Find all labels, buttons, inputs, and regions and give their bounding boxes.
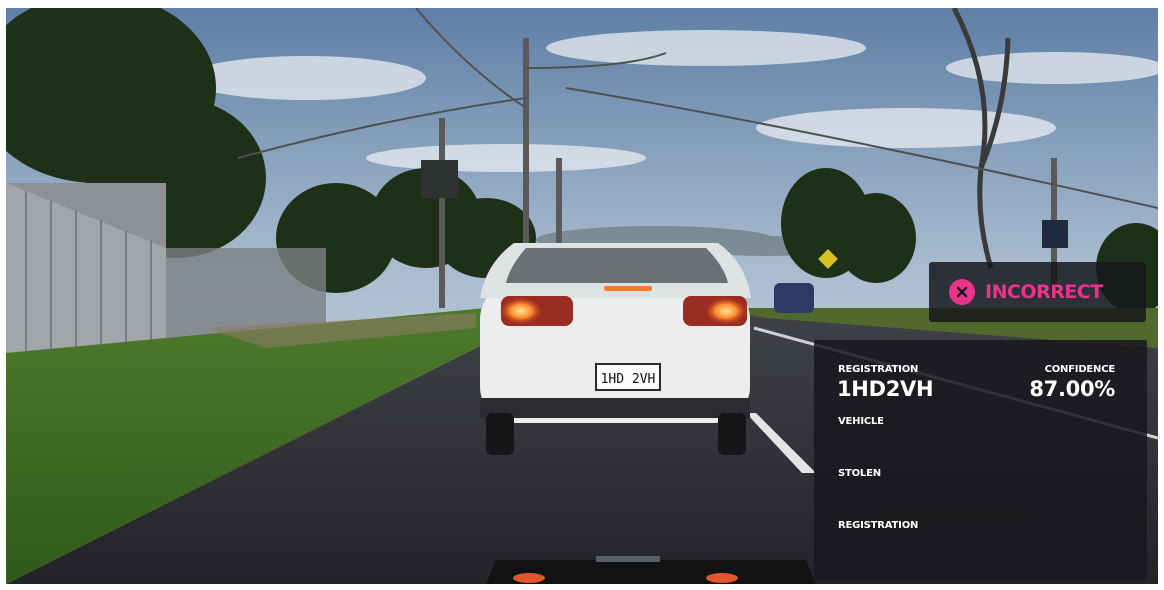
- license-plate-text: 1HD 2VH: [601, 372, 656, 387]
- confidence-value: 87.00%: [1029, 377, 1115, 401]
- status-text: INCORRECT: [985, 281, 1103, 303]
- registration-label-2: REGISTRATION: [838, 520, 919, 531]
- registration-value: 1HD2VH: [837, 377, 934, 401]
- dashcam-frame: 1HD 2VH INCORRECT REGISTRATION 1HD2VH CO…: [6, 8, 1158, 584]
- registration-label: REGISTRATION: [838, 364, 919, 375]
- vehicle-label: VEHICLE: [838, 416, 884, 427]
- info-panel: REGISTRATION 1HD2VH CONFIDENCE 87.00% VE…: [814, 340, 1147, 580]
- close-circle-icon: [949, 279, 975, 305]
- confidence-label: CONFIDENCE: [1044, 364, 1116, 375]
- stolen-label: STOLEN: [838, 468, 881, 479]
- status-banner: INCORRECT: [929, 262, 1146, 322]
